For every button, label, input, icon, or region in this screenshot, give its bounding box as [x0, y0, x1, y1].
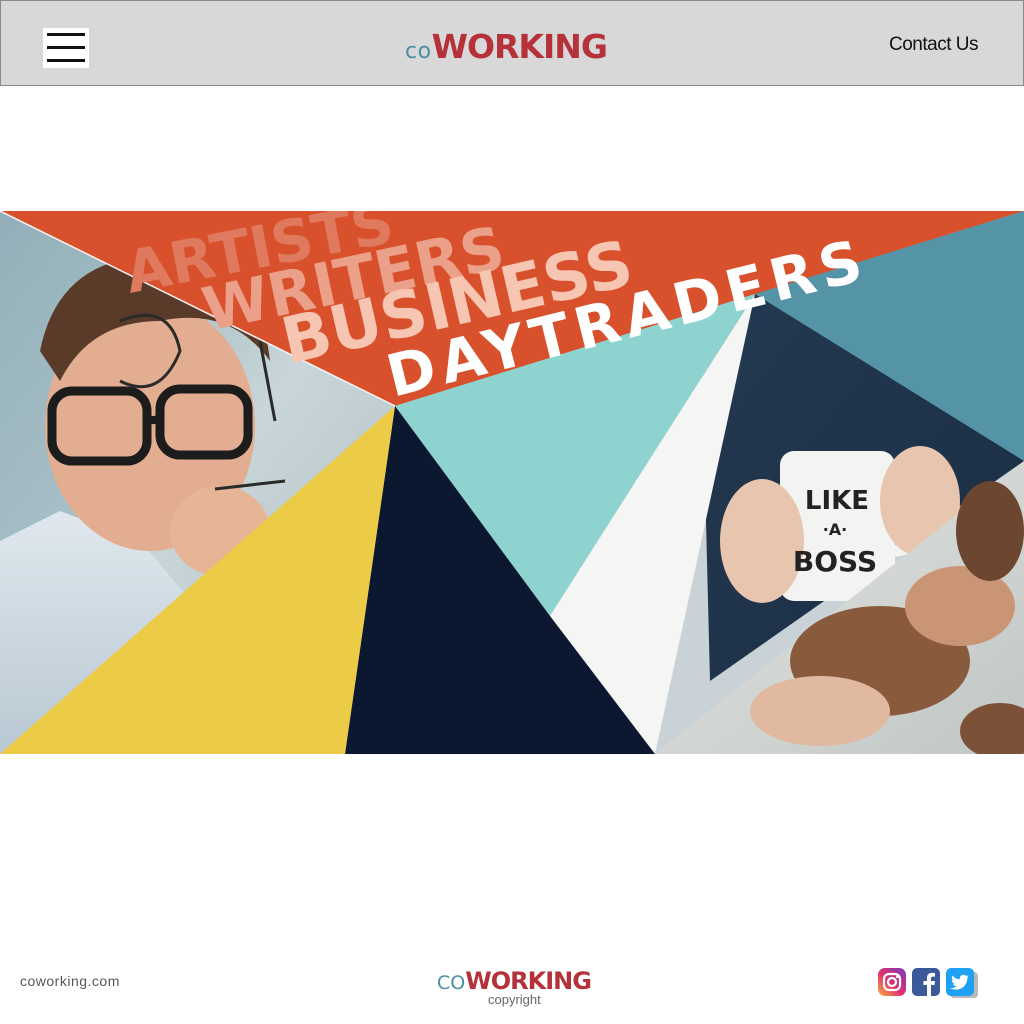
mug-text-line-2: ·A·	[823, 520, 848, 539]
site-logo[interactable]: coWORKING	[405, 27, 608, 67]
facebook-icon[interactable]	[912, 968, 940, 996]
logo-main: WORKING	[431, 27, 608, 66]
mug-text-line-1: LIKE	[805, 486, 869, 516]
hamburger-menu-button[interactable]	[43, 28, 89, 68]
twitter-icon[interactable]	[946, 968, 978, 998]
footer-url-link[interactable]: coworking.com	[20, 973, 120, 989]
menu-bar	[47, 46, 85, 49]
menu-bar	[47, 33, 85, 36]
footer-logo-main: WORKING	[465, 967, 592, 995]
page: coWORKING Contact Us LIKE ·A· BOSS ARTIS…	[0, 0, 1024, 1024]
logo-prefix: co	[405, 39, 432, 64]
menu-bar	[47, 59, 85, 62]
footer-copyright: copyright	[488, 992, 541, 1007]
contact-us-link[interactable]: Contact Us	[889, 34, 978, 56]
hero-banner: LIKE ·A· BOSS ARTISTS WRITERS BUSINESS D…	[0, 211, 1024, 754]
hero-graphic: LIKE ·A· BOSS ARTISTS WRITERS BUSINESS D…	[0, 211, 1024, 754]
mug-text-line-3: BOSS	[793, 545, 877, 578]
site-header: coWORKING Contact Us	[0, 0, 1024, 86]
instagram-icon[interactable]	[878, 968, 906, 996]
footer-logo-prefix: CO	[437, 972, 466, 994]
